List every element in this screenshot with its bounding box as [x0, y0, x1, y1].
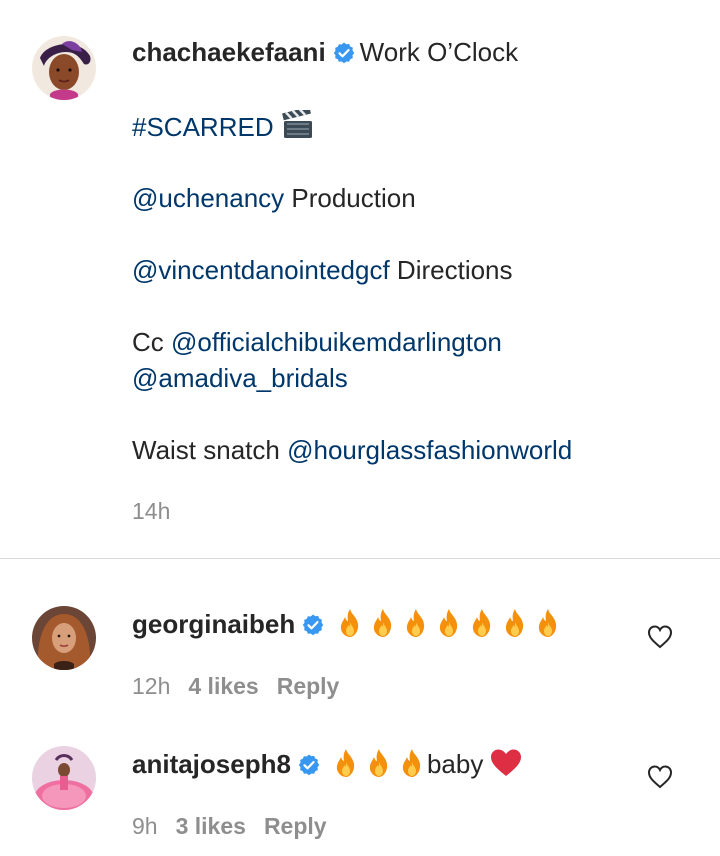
reply-button[interactable]: Reply [264, 813, 327, 839]
divider [0, 558, 720, 559]
fire-icon [370, 608, 396, 638]
fire-icon [337, 608, 363, 638]
mention-link[interactable]: @hourglassfashionworld [287, 435, 572, 465]
mention-link[interactable]: @officialchibuikemdarlington [171, 327, 502, 357]
comment-body: georginaibeh [132, 608, 568, 640]
avatar-georginaibeh[interactable] [32, 606, 96, 670]
username-link[interactable]: chachaekefaani [132, 37, 326, 67]
mention-link[interactable]: @vincentdanointedgcf [132, 255, 390, 285]
caption-hashtag-line: #SCARRED [132, 110, 314, 143]
verified-badge-icon [297, 753, 321, 777]
avatar-chachaekefaani[interactable] [32, 36, 96, 100]
fire-icon [399, 748, 425, 778]
hashtag-link[interactable]: #SCARRED [132, 112, 274, 142]
comment-meta: 9h 3 likes Reply [132, 813, 345, 840]
caption-directions-line: @vincentdanointedgcf Directions [132, 254, 513, 286]
fire-icon [366, 748, 392, 778]
timestamp: 9h [132, 813, 158, 839]
caption-cc-line-2: @amadiva_bridals [132, 362, 348, 394]
verified-badge-icon [332, 41, 356, 65]
caption-cc-line: Cc @officialchibuikemdarlington [132, 326, 502, 358]
likes-count-link[interactable]: 4 likes [188, 673, 258, 699]
caption-text: Cc [132, 327, 164, 357]
caption-waist-line: Waist snatch @hourglassfashionworld [132, 434, 572, 466]
caption-first-line: chachaekefaani Work O’Clock [132, 36, 518, 68]
fire-icon [403, 608, 429, 638]
like-heart-icon[interactable] [647, 624, 673, 650]
fire-icon [535, 608, 561, 638]
caption-text: Work O’Clock [359, 37, 519, 67]
fire-icon [333, 748, 359, 778]
post-caption: chachaekefaani Work O’Clock #SCARRED @uch… [0, 0, 720, 560]
comment-meta: 12h 4 likes Reply [132, 673, 357, 700]
clapper-board-icon [281, 110, 312, 138]
fire-icon [502, 608, 528, 638]
mention-link[interactable]: @amadiva_bridals [132, 363, 348, 393]
username-link[interactable]: georginaibeh [132, 609, 295, 639]
caption-text: Production [291, 183, 416, 213]
mention-link[interactable]: @uchenancy [132, 183, 284, 213]
like-heart-icon[interactable] [647, 764, 673, 790]
caption-production-line: @uchenancy Production [132, 182, 416, 214]
caption-text: Waist snatch [132, 435, 280, 465]
username-link[interactable]: anitajoseph8 [132, 749, 291, 779]
likes-count-link[interactable]: 3 likes [176, 813, 246, 839]
caption-text: Directions [396, 255, 513, 285]
red-heart-icon [491, 749, 522, 776]
comment-body: anitajoseph8 baby [132, 748, 523, 780]
verified-badge-icon [301, 613, 325, 637]
reply-button[interactable]: Reply [277, 673, 340, 699]
timestamp: 14h [132, 498, 171, 524]
post-meta: 14h [132, 498, 188, 525]
fire-icon [436, 608, 462, 638]
timestamp: 12h [132, 673, 171, 699]
comment-text: baby [426, 749, 484, 779]
fire-icon [469, 608, 495, 638]
avatar-anitajoseph8[interactable] [32, 746, 96, 810]
